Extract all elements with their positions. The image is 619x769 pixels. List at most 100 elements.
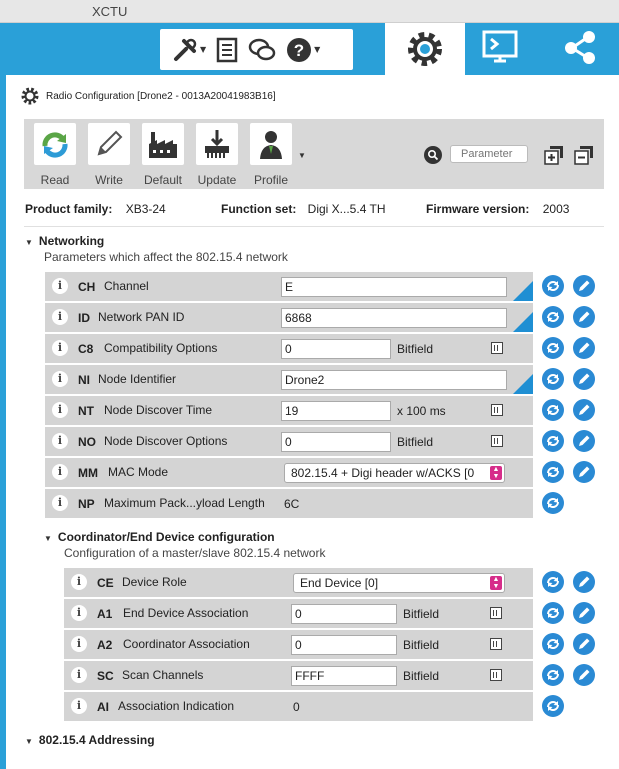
profile-button[interactable]: Profile [249,123,293,187]
write-param-button[interactable] [573,602,595,624]
update-button[interactable]: Update [195,123,239,187]
help-menu-button[interactable]: ? ▼ [286,37,320,63]
refresh-param-button[interactable] [542,602,564,624]
info-icon[interactable]: i [71,574,87,590]
collapse-all-button[interactable] [574,145,594,165]
info-icon[interactable]: i [71,636,87,652]
param-value-readonly: 0 [293,700,300,714]
param-value-input[interactable] [281,308,507,328]
write-param-button[interactable] [573,664,595,686]
param-code: AI [97,700,109,714]
calculator-icon[interactable] [490,607,502,619]
write-param-button[interactable] [573,430,595,452]
refresh-param-button[interactable] [542,430,564,452]
refresh-icon [547,343,559,353]
refresh-param-button[interactable] [542,337,564,359]
write-label: Write [95,173,123,187]
read-icon [42,132,68,158]
param-value-input[interactable] [281,432,391,452]
param-value-input[interactable] [291,604,397,624]
calculator-icon[interactable] [491,404,503,416]
terminal-icon [482,30,518,63]
consoles-mode-tab[interactable] [480,27,520,67]
firmware-version-label: Firmware version: [426,202,530,216]
calculator-icon[interactable] [491,342,503,354]
info-icon[interactable]: i [52,402,68,418]
refresh-icon [547,312,559,322]
param-value-select[interactable]: End Device [0] ▲ ▼ [293,573,505,593]
param-value-input[interactable] [281,370,507,390]
param-value-input[interactable] [281,277,507,297]
svg-text:?: ? [294,41,304,60]
refresh-param-button[interactable] [542,633,564,655]
info-icon[interactable]: i [71,667,87,683]
write-param-button[interactable] [573,571,595,593]
console-log-button[interactable] [216,37,238,63]
tools-menu-button[interactable]: ▼ [172,37,206,63]
info-icon[interactable]: i [52,278,68,294]
expand-all-button[interactable] [544,145,564,165]
calculator-icon[interactable] [490,669,502,681]
addressing-title: 802.15.4 Addressing [38,733,155,747]
info-icon[interactable]: i [71,605,87,621]
refresh-param-button[interactable] [542,695,564,717]
select-value: 802.15.4 + Digi header w/ACKS [0 [291,466,475,480]
write-param-button[interactable] [573,368,595,390]
info-icon[interactable]: i [52,464,68,480]
profile-dropdown-arrow[interactable]: ▼ [298,151,306,160]
refresh-param-button[interactable] [542,461,564,483]
write-param-button[interactable] [573,275,595,297]
param-value-input[interactable] [281,339,391,359]
write-param-button[interactable] [573,306,595,328]
chat-button[interactable] [248,37,276,63]
info-icon[interactable]: i [52,495,68,511]
write-param-button[interactable] [573,399,595,421]
select-value: End Device [0] [300,576,379,590]
firmware-version-value: 2003 [542,202,570,216]
refresh-param-button[interactable] [542,492,564,514]
window-title: XCTU [92,4,128,19]
refresh-icon [547,281,559,291]
refresh-param-button[interactable] [542,399,564,421]
param-value-input[interactable] [281,401,391,421]
write-param-button[interactable] [573,461,595,483]
param-value-input[interactable] [291,635,397,655]
parameter-search-input[interactable] [450,145,528,163]
refresh-param-button[interactable] [542,664,564,686]
calculator-icon[interactable] [490,638,502,650]
param-unit: Bitfield [397,435,434,449]
pencil-icon [579,404,590,415]
network-mode-tab[interactable] [560,27,600,67]
param-row-a2: i A2 Coordinator Association Bitfield [64,630,533,659]
write-button[interactable]: Write [87,123,131,187]
refresh-param-button[interactable] [542,571,564,593]
calculator-icon[interactable] [491,435,503,447]
param-unit: Bitfield [397,342,434,356]
read-button[interactable]: Read [33,123,77,187]
info-icon[interactable]: i [71,698,87,714]
write-param-button[interactable] [573,633,595,655]
networking-section-header[interactable]: ▼ Networking [25,234,104,248]
info-icon[interactable]: i [52,433,68,449]
refresh-param-button[interactable] [542,306,564,328]
default-button[interactable]: Default [141,123,185,187]
write-param-button[interactable] [573,337,595,359]
refresh-param-button[interactable] [542,275,564,297]
param-value-input[interactable] [291,666,397,686]
info-icon[interactable]: i [52,340,68,356]
refresh-icon [547,670,559,680]
chat-icon [248,38,276,60]
help-icon: ? [287,37,312,62]
info-icon[interactable]: i [52,371,68,387]
configuration-mode-tab[interactable] [385,23,465,75]
coordinator-section-header[interactable]: ▼ Coordinator/End Device configuration [44,530,275,544]
networking-title: Networking [38,234,105,248]
info-icon[interactable]: i [52,309,68,325]
function-set-value: Digi X...5.4 TH [307,202,386,216]
refresh-param-button[interactable] [542,368,564,390]
param-unit: Bitfield [403,638,440,652]
refresh-icon [547,405,559,415]
addressing-section-header[interactable]: ▼ 802.15.4 Addressing [25,733,155,747]
gear-icon [408,32,442,66]
param-value-select[interactable]: 802.15.4 + Digi header w/ACKS [0 ▲ ▼ [284,463,505,483]
